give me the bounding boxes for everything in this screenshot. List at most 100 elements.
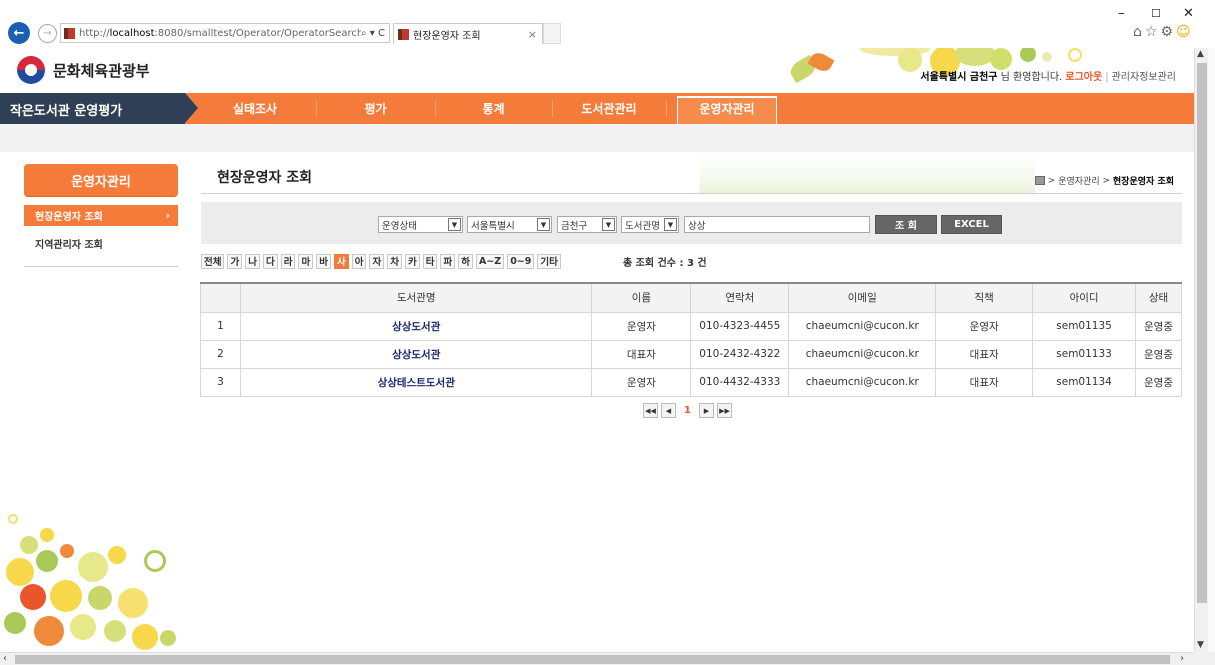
initial-filter-button[interactable]: 자 xyxy=(369,253,385,269)
scroll-left-icon[interactable]: ‹ xyxy=(3,653,7,664)
cell-library-name[interactable]: 상상도서관 xyxy=(239,339,593,369)
ministry-name: 문화체육관광부 xyxy=(53,61,150,80)
browser-tab[interactable]: 현장운영자 조회 × xyxy=(393,23,543,44)
cell-no: 2 xyxy=(200,339,241,369)
cell-name: 운영자 xyxy=(591,311,692,341)
initial-filter-button[interactable]: 0~9 xyxy=(507,253,535,269)
table-header-row: 도서관명 이름 연락처 이메일 직책 아이디 상태 xyxy=(200,282,1182,313)
nav-item-operator-management[interactable]: 운영자관리 xyxy=(677,93,777,124)
breadcrumb-parent[interactable]: 운영자관리 xyxy=(1058,174,1099,187)
cell-status: 운영중 xyxy=(1135,311,1182,341)
initial-filter-button[interactable]: 하 xyxy=(458,253,473,269)
initial-filter-button[interactable]: 나 xyxy=(245,253,260,269)
address-tools[interactable]: ⌕ ▾ C xyxy=(361,28,389,39)
pagination: ◀◀ ◀ 1 ▶ ▶▶ xyxy=(643,403,735,418)
settings-gear-icon[interactable]: ⚙ xyxy=(1160,24,1176,40)
column-header-phone: 연락처 xyxy=(690,282,790,313)
breadcrumb-separator: > xyxy=(1047,175,1056,186)
initial-filter-button[interactable]: 카 xyxy=(404,253,420,269)
vertical-scrollbar[interactable]: ▲ ▼ xyxy=(1194,48,1208,652)
first-page-icon[interactable]: ◀◀ xyxy=(643,403,658,418)
cell-status: 운영중 xyxy=(1135,367,1182,397)
sidebar-item-field-operator[interactable]: 현장운영자 조회 › xyxy=(24,205,178,226)
cell-library-name[interactable]: 상상도서관 xyxy=(239,311,593,341)
search-panel: 운영상태 ▼ 서울특별시 ▼ 금천구 ▼ 도서관명 ▼ 상상 조 회 EXCEL xyxy=(201,202,1182,244)
nav-item-statistics[interactable]: 통계 xyxy=(436,93,551,124)
initial-filter-button[interactable]: 타 xyxy=(422,253,438,269)
tab-close-icon[interactable]: × xyxy=(528,28,542,41)
nav-item-survey[interactable]: 실태조사 xyxy=(195,93,315,124)
new-tab-button[interactable] xyxy=(543,23,561,44)
ministry-logo[interactable]: 문화체육관광부 xyxy=(17,56,150,84)
horizontal-scrollbar[interactable]: ‹ › xyxy=(0,652,1194,665)
initial-filter-button[interactable]: 사 xyxy=(333,253,349,269)
home-icon[interactable] xyxy=(1034,176,1045,185)
keyword-input[interactable]: 상상 xyxy=(684,216,870,233)
home-icon[interactable]: ⌂ xyxy=(1133,24,1145,40)
initial-filter-button[interactable]: 파 xyxy=(440,253,456,269)
nav-item-library-management[interactable]: 도서관관리 xyxy=(553,93,665,124)
table-body: 1 상상도서관 운영자 010-4323-4455 chaeumcni@cucon.kr… xyxy=(200,311,1182,397)
sidebar-item-regional-manager[interactable]: 지역관리자 조회 xyxy=(35,236,103,251)
column-header-id: 아이디 xyxy=(1032,282,1137,313)
admin-profile-link[interactable]: 관리자정보관리 xyxy=(1112,72,1176,83)
chevron-down-icon: ▼ xyxy=(448,218,461,231)
cell-library-name[interactable]: 상상테스트도서관 xyxy=(239,367,593,397)
table-row[interactable]: 1 상상도서관 운영자 010-4323-4455 chaeumcni@cucon.kr… xyxy=(200,311,1182,341)
initial-filter-button[interactable]: 가 xyxy=(227,253,243,269)
horizontal-scroll-thumb[interactable] xyxy=(15,655,1170,664)
search-button[interactable]: 조 회 xyxy=(875,215,937,234)
forward-arrow-icon[interactable]: → xyxy=(38,24,57,43)
nav-item-evaluation[interactable]: 평가 xyxy=(317,93,434,124)
excel-button[interactable]: EXCEL xyxy=(941,215,1002,234)
initial-filter-button[interactable]: 기타 xyxy=(537,253,561,269)
site-title[interactable]: 작은도서관 운영평가 xyxy=(0,93,198,124)
district-select[interactable]: 금천구 ▼ xyxy=(557,216,617,233)
operator-table: 도서관명 이름 연락처 이메일 직책 아이디 상태 1 상상도서관 운영자 010-4… xyxy=(200,282,1182,397)
chevron-down-icon: ▼ xyxy=(537,218,550,231)
cell-position: 대표자 xyxy=(935,339,1034,369)
initial-filter-button[interactable]: 아 xyxy=(351,253,367,269)
breadcrumb-current: 현장운영자 조회 xyxy=(1112,177,1174,187)
back-arrow-icon[interactable]: ← xyxy=(8,22,30,44)
initial-filter-button[interactable]: 라 xyxy=(280,253,296,269)
feedback-smiley-icon[interactable]: ☺ xyxy=(1176,24,1194,40)
status-select[interactable]: 운영상태 ▼ xyxy=(378,216,463,233)
search-field-select[interactable]: 도서관명 ▼ xyxy=(621,216,679,233)
city-select[interactable]: 서울특별시 ▼ xyxy=(467,216,552,233)
scroll-up-icon[interactable]: ▲ xyxy=(1197,49,1204,59)
cell-id: sem01135 xyxy=(1032,311,1137,341)
web-page: 문화체육관광부 서울특별시 금천구 님 환영합니다. 로그아웃 | 관리자정보관리 … xyxy=(0,48,1194,652)
address-bar[interactable]: http://localhost:8080/smalltest/Operator… xyxy=(60,23,390,43)
total-count: 총 조회 건수 : 3 건 xyxy=(623,254,707,269)
page-number-current[interactable]: 1 xyxy=(684,405,691,416)
cell-id: sem01134 xyxy=(1032,367,1137,397)
next-page-icon[interactable]: ▶ xyxy=(698,403,714,418)
initial-filter-button[interactable]: 차 xyxy=(387,253,402,269)
logout-link[interactable]: 로그아웃 xyxy=(1065,72,1102,83)
minimize-icon[interactable]: – xyxy=(1118,6,1125,21)
close-window-icon[interactable]: ✕ xyxy=(1183,6,1194,21)
column-header-no xyxy=(200,282,241,313)
favorites-star-icon[interactable]: ☆ xyxy=(1145,24,1161,40)
table-row[interactable]: 3 상상테스트도서관 운영자 010-4432-4333 chaeumcni@cucon… xyxy=(200,367,1182,397)
sub-navigation-band xyxy=(0,124,1194,152)
cell-id: sem01133 xyxy=(1032,339,1137,369)
last-page-icon[interactable]: ▶▶ xyxy=(716,403,732,418)
initial-filter-button[interactable]: 전체 xyxy=(201,253,225,269)
initial-filter-button[interactable]: 바 xyxy=(316,253,331,269)
cell-no: 1 xyxy=(200,311,241,341)
cell-name: 대표자 xyxy=(591,339,692,369)
scroll-down-icon[interactable]: ▼ xyxy=(1197,640,1204,650)
vertical-scroll-thumb[interactable] xyxy=(1197,63,1207,603)
search-field-value: 도서관명 xyxy=(625,220,660,232)
initial-filter-button[interactable]: 다 xyxy=(262,253,278,269)
initial-filter-button[interactable]: 마 xyxy=(298,253,314,269)
prev-page-icon[interactable]: ◀ xyxy=(661,403,676,418)
page-title: 현장운영자 조회 xyxy=(217,170,313,186)
initial-filter-button[interactable]: A~Z xyxy=(475,253,505,269)
scroll-right-icon[interactable]: › xyxy=(1180,653,1184,664)
table-row[interactable]: 2 상상도서관 대표자 010-2432-4322 chaeumcni@cucon.kr… xyxy=(200,339,1182,369)
maximize-icon[interactable]: ☐ xyxy=(1151,7,1161,20)
user-info: 서울특별시 금천구 님 환영합니다. 로그아웃 | 관리자정보관리 xyxy=(920,68,1176,83)
